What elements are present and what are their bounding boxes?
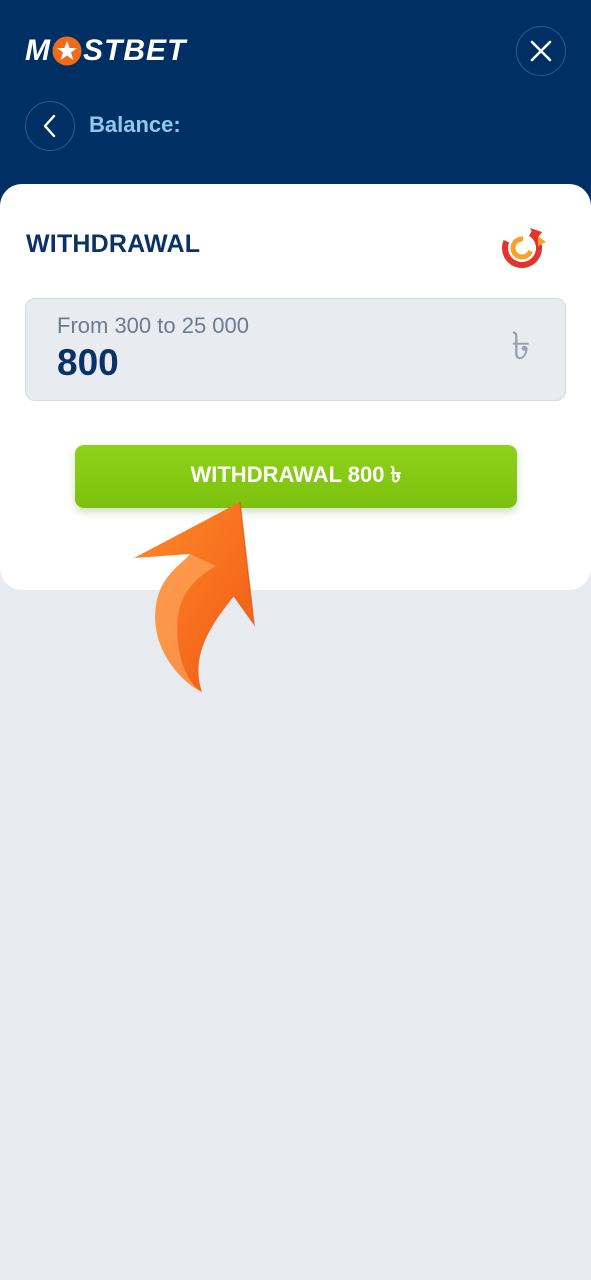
payment-method-logo xyxy=(500,222,548,270)
close-icon xyxy=(530,40,552,62)
back-button[interactable] xyxy=(25,101,75,151)
withdrawal-card: WITHDRAWAL From 300 to 25 000 ৳ WITHDRAW… xyxy=(0,184,591,590)
close-button[interactable] xyxy=(516,26,566,76)
mostbet-logo: M STBET xyxy=(25,33,186,69)
amount-input[interactable] xyxy=(57,339,457,387)
taka-currency-icon: ৳ xyxy=(511,326,531,368)
withdrawal-title: WITHDRAWAL xyxy=(26,230,201,258)
logo-text-left: M xyxy=(25,34,51,67)
chevron-left-icon xyxy=(43,114,56,138)
balance-label: Balance: xyxy=(89,112,181,137)
withdrawal-page: M STBET Balance: WITHDRAWAL From 300 to … xyxy=(0,0,591,1280)
logo-star-icon xyxy=(52,36,82,66)
header: M STBET Balance: xyxy=(0,0,591,205)
amount-range-hint: From 300 to 25 000 xyxy=(57,313,250,338)
amount-field[interactable]: From 300 to 25 000 ৳ xyxy=(25,298,566,401)
orange-arrow-pointer xyxy=(134,501,256,692)
logo-text-right: STBET xyxy=(83,34,187,67)
